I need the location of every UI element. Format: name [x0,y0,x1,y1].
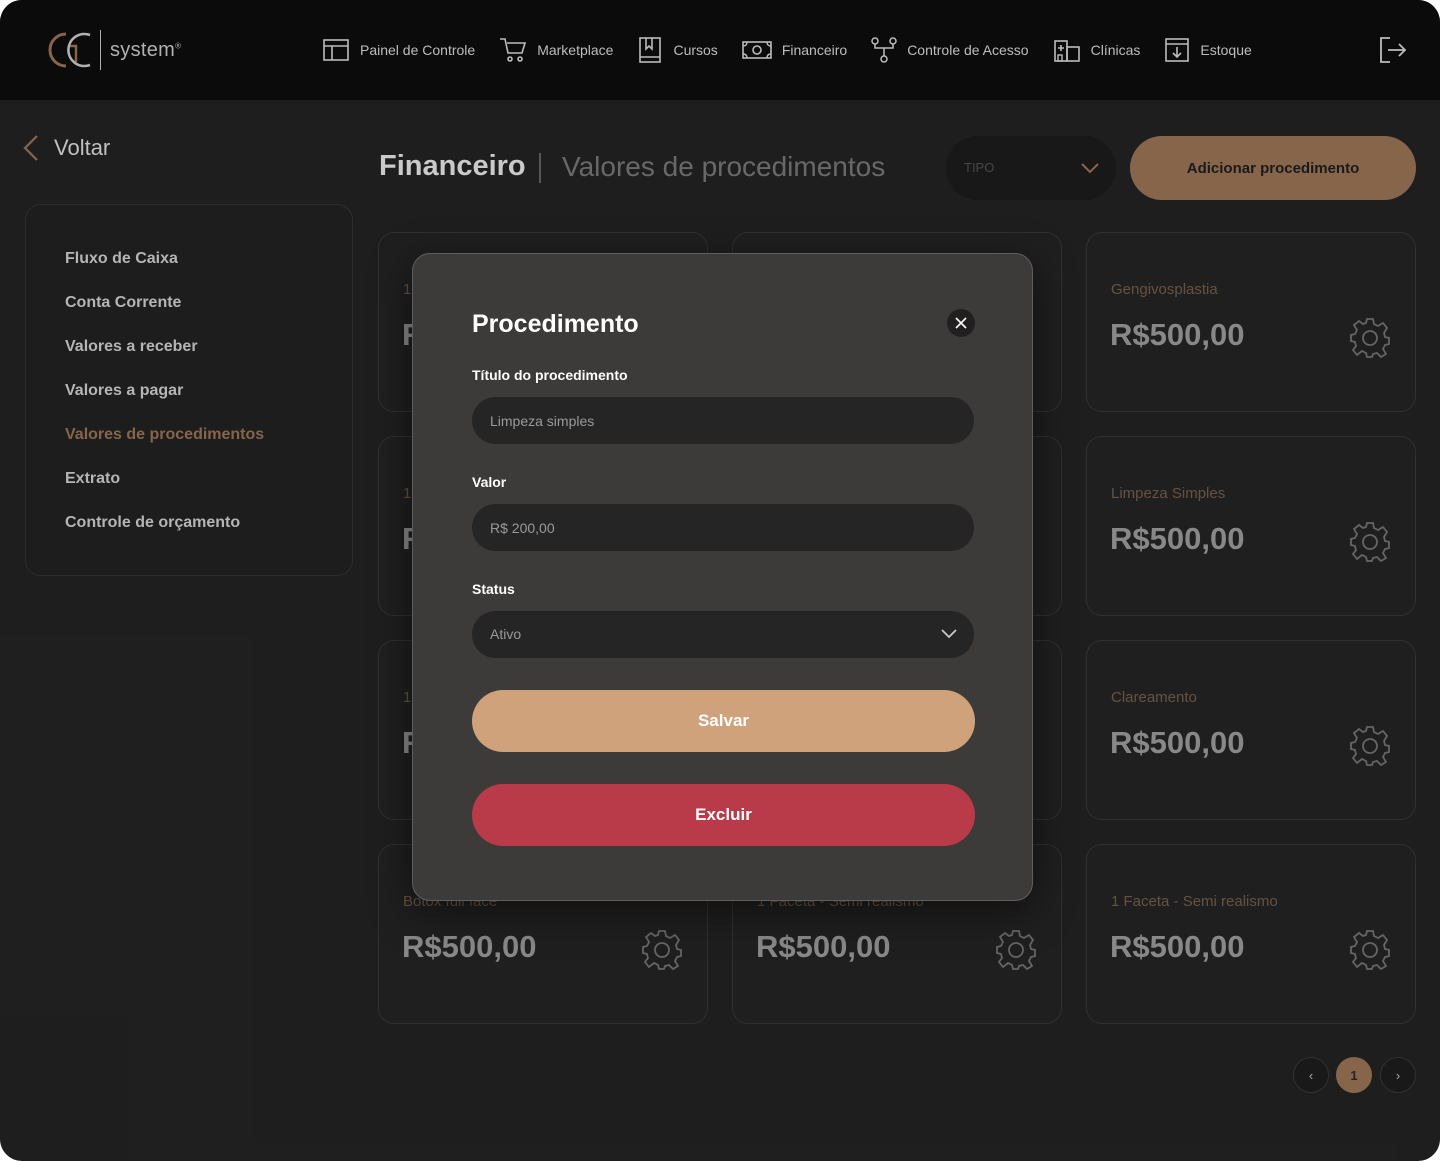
procedure-title-input[interactable] [472,397,974,444]
modal-title: Procedimento [472,310,639,338]
procedure-modal: Procedimento Título do procedimento Valo… [412,253,1033,901]
procedure-title-label: Título do procedimento [472,367,628,383]
value-label: Valor [472,474,507,490]
close-modal-button[interactable] [947,309,975,337]
status-selected-value: Ativo [490,626,522,642]
app-frame: system® Painel de Controle Marketplace C… [0,0,1440,1161]
value-input[interactable] [472,504,974,551]
save-button[interactable]: Salvar [472,690,975,752]
chevron-down-icon [941,629,957,639]
status-label: Status [472,581,515,597]
status-select[interactable]: Ativo [472,611,974,658]
close-icon [955,317,967,329]
delete-button[interactable]: Excluir [472,784,975,846]
